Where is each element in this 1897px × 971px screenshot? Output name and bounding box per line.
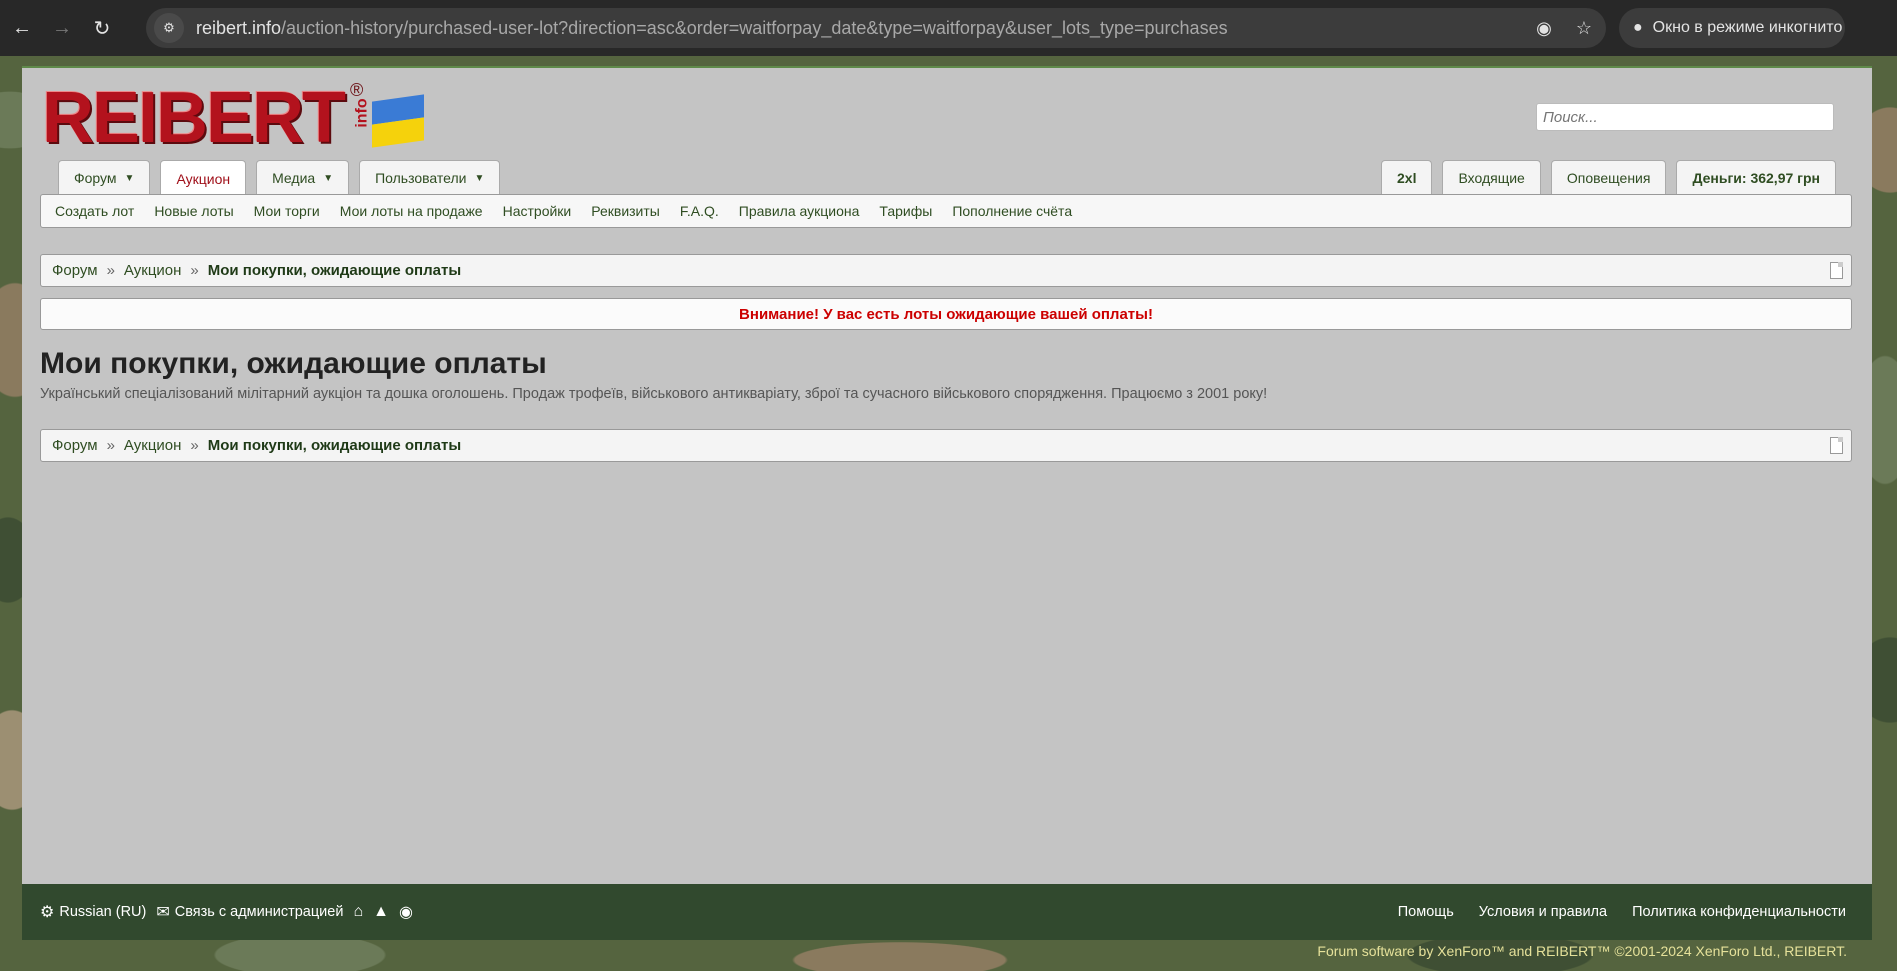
subnav-new-lots[interactable]: Новые лоты: [154, 203, 233, 219]
breadcrumb-separator: »: [190, 262, 199, 279]
url-host: reibert.info: [196, 17, 282, 38]
incognito-icon: ●: [1633, 19, 1643, 36]
site-logo[interactable]: REIBERT ® info: [42, 80, 424, 157]
document-icon[interactable]: [1830, 262, 1843, 279]
breadcrumb-current[interactable]: Мои покупки, ожидающие оплаты: [208, 437, 461, 454]
contact-admin-link[interactable]: ✉ Связь с администрацией: [156, 902, 343, 922]
copyright[interactable]: Forum software by XenForo™ and REIBERT™ …: [1317, 943, 1847, 959]
scroll-top-icon[interactable]: ▲: [373, 903, 389, 921]
gear-icon: ⚙: [40, 904, 55, 921]
url-path: /auction-history/purchased-user-lot?dire…: [281, 17, 1228, 38]
tab-media[interactable]: Медиа ▼: [256, 160, 350, 195]
page-title: Мои покупки, ожидающие оплаты: [40, 347, 547, 380]
address-bar[interactable]: ⚙ reibert.info/auction-history/purchased…: [146, 8, 1606, 48]
eye-off-icon[interactable]: ◉: [1536, 18, 1552, 39]
subnav-top-up[interactable]: Пополнение счёта: [952, 203, 1072, 219]
search-input[interactable]: [1536, 103, 1834, 131]
subnav-tariffs[interactable]: Тарифы: [879, 203, 932, 219]
tab-alerts[interactable]: Оповещения: [1550, 160, 1667, 195]
tab-username[interactable]: 2xl: [1381, 160, 1433, 195]
back-icon[interactable]: ←: [4, 10, 40, 46]
subnav-my-lots-for-sale[interactable]: Мои лоты на продаже: [340, 203, 483, 219]
footer-terms-link[interactable]: Условия и правила: [1479, 904, 1607, 920]
browser-toolbar: ← → ↻ ⚙ reibert.info/auction-history/pur…: [0, 0, 1897, 56]
forward-icon[interactable]: →: [44, 10, 80, 46]
mail-icon: ✉: [156, 904, 170, 921]
subnav-create-lot[interactable]: Создать лот: [55, 203, 134, 219]
tab-money-balance[interactable]: Деньги: 362,97 грн: [1676, 160, 1836, 195]
subnav-auction-rules[interactable]: Правила аукциона: [739, 203, 860, 219]
logo-info: info: [353, 98, 371, 128]
chevron-down-icon[interactable]: ▼: [474, 173, 484, 184]
footer-privacy-link[interactable]: Политика конфиденциальности: [1632, 904, 1846, 920]
payment-warning: Внимание! У вас есть лоты ожидающие ваше…: [40, 298, 1852, 330]
breadcrumb-auction[interactable]: Аукцион: [124, 437, 182, 454]
footer: ⚙ Russian (RU) ✉ Связь с администрацией …: [22, 884, 1872, 940]
chevron-down-icon[interactable]: ▼: [125, 173, 135, 184]
breadcrumb-bottom: Форум » Аукцион » Мои покупки, ожидающие…: [40, 429, 1852, 462]
subnav-faq[interactable]: F.A.Q.: [680, 203, 719, 219]
tab-label: Аукцион: [176, 170, 231, 187]
breadcrumb-separator: »: [106, 262, 115, 279]
tab-forum[interactable]: Форум ▼: [58, 160, 151, 195]
tab-inbox[interactable]: Входящие: [1442, 160, 1541, 195]
auction-subnav: Создать лот Новые лоты Мои торги Мои лот…: [40, 194, 1852, 228]
tab-auction[interactable]: Аукцион: [160, 160, 247, 196]
subnav-requisites[interactable]: Реквизиты: [591, 203, 660, 219]
home-icon[interactable]: ⌂: [353, 903, 363, 921]
incognito-label: Окно в режиме инкогнито: [1652, 19, 1843, 36]
user-nav-tabs: 2xl Входящие Оповещения Деньги: 362,97 г…: [1381, 160, 1836, 195]
site-settings-icon[interactable]: ⚙: [154, 13, 184, 43]
chevron-down-icon[interactable]: ▼: [323, 173, 333, 184]
main-nav-tabs: Форум ▼ Аукцион Медиа ▼ Пользователи ▼: [58, 160, 501, 196]
contact-label: Связь с администрацией: [174, 904, 344, 920]
tab-label: Медиа: [272, 170, 316, 186]
breadcrumb-forum[interactable]: Форум: [52, 437, 98, 454]
url-text[interactable]: reibert.info/auction-history/purchased-u…: [196, 18, 1228, 39]
subnav-my-bids[interactable]: Мои торги: [254, 203, 320, 219]
breadcrumb-forum[interactable]: Форум: [52, 262, 98, 279]
footer-help-link[interactable]: Помощь: [1398, 904, 1454, 920]
breadcrumb-current[interactable]: Мои покупки, ожидающие оплаты: [208, 262, 461, 279]
page-container: REIBERT ® info Форум ▼ Аукцион Медиа ▼ П…: [22, 66, 1872, 884]
breadcrumb-separator: »: [190, 437, 199, 454]
subnav-settings[interactable]: Настройки: [503, 203, 572, 219]
incognito-button[interactable]: ● Окно в режиме инкогнито: [1619, 8, 1845, 48]
breadcrumb: Форум » Аукцион » Мои покупки, ожидающие…: [40, 254, 1852, 287]
tab-label: Пользователи: [375, 170, 467, 186]
reload-icon[interactable]: ↻: [84, 10, 120, 46]
ukraine-flag-icon: [372, 94, 424, 148]
breadcrumb-auction[interactable]: Аукцион: [124, 262, 182, 279]
language-label: Russian (RU): [59, 904, 147, 920]
page-description: Український спеціалізований мілітарний а…: [40, 386, 1268, 402]
breadcrumb-separator: »: [106, 437, 115, 454]
document-icon[interactable]: [1830, 437, 1843, 454]
tab-label: Форум: [74, 170, 117, 186]
rss-icon[interactable]: ◉: [399, 902, 413, 922]
tab-users[interactable]: Пользователи ▼: [359, 160, 501, 195]
language-chooser[interactable]: ⚙ Russian (RU): [40, 902, 146, 922]
star-icon[interactable]: ☆: [1576, 18, 1592, 39]
